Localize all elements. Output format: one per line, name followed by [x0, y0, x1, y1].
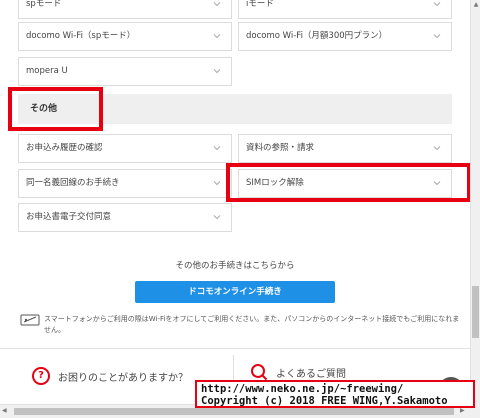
menu-item-label: お申込書電子交付同意 [26, 212, 112, 222]
chevron-down-icon [212, 66, 222, 76]
chevron-down-icon [432, 143, 442, 153]
scroll-up-icon[interactable]: ▲ [471, 0, 480, 10]
menu-item-label: iモード [246, 0, 274, 9]
chevron-down-icon [212, 31, 222, 41]
menu-item-label: spモード [26, 0, 62, 9]
chevron-down-icon [432, 31, 442, 41]
smartphone-wifi-off-icon [20, 314, 40, 326]
chevron-down-icon [212, 212, 222, 222]
menu-item-label: 同一名義回線のお手続き [26, 178, 120, 188]
vertical-scrollbar[interactable]: ▲ [470, 0, 480, 404]
menu-item-i-mode[interactable]: iモード [238, 0, 452, 19]
menu-item-documents[interactable]: 資料の参照・請求 [238, 134, 452, 163]
scroll-left-icon[interactable]: ◀ [2, 407, 7, 414]
chevron-down-icon [212, 143, 222, 153]
chevron-down-icon [432, 0, 442, 9]
menu-item-label: docomo Wi-Fi（月額300円プラン） [246, 31, 388, 41]
watermark-url: http://www.neko.ne.jp/~freewing/ [201, 383, 404, 395]
menu-item-label: docomo Wi-Fi（spモード） [26, 31, 136, 41]
menu-item-docomo-wifi-300[interactable]: docomo Wi-Fi（月額300円プラン） [238, 22, 452, 51]
menu-item-same-holder-lines[interactable]: 同一名義回線のお手続き [18, 169, 232, 198]
menu-item-label: お申込み履歴の確認 [26, 143, 103, 153]
menu-item-label: mopera U [26, 66, 68, 76]
menu-item-docomo-wifi-sp[interactable]: docomo Wi-Fi（spモード） [18, 22, 232, 51]
scrollbar-thumb[interactable] [472, 286, 479, 338]
menu-item-label: 資料の参照・請求 [246, 143, 315, 153]
chevron-down-icon [212, 178, 222, 188]
search-icon [250, 363, 268, 381]
menu-item-mopera-u[interactable]: mopera U [18, 57, 232, 86]
highlight-box-section [8, 87, 103, 131]
page-content: spモード iモード docomo Wi-Fi（spモード） docomo Wi… [0, 0, 470, 404]
faq-link[interactable]: よくあるご質問 [250, 363, 346, 381]
menu-item-application-history[interactable]: お申込み履歴の確認 [18, 134, 232, 163]
watermark-copyright: Copyright (c) 2018 FREE WING,Y.Sakamoto [201, 395, 448, 407]
highlight-box-sim-unlock [226, 163, 470, 202]
question-icon: ? [32, 367, 50, 385]
help-question-label: お困りのことがありますか？ [58, 372, 188, 384]
help-question-link[interactable]: ? お困りのことがありますか？ [32, 367, 188, 385]
procedures-intro: その他のお手続きはこちらから [175, 261, 295, 271]
menu-item-e-delivery-consent[interactable]: お申込書電子交付同意 [18, 203, 232, 232]
chevron-down-icon [212, 0, 222, 9]
copyright-watermark: http://www.neko.ne.jp/~freewing/ Copyrig… [195, 380, 475, 408]
faq-label: よくあるご質問 [276, 368, 346, 380]
scroll-right-icon[interactable]: ▶ [460, 407, 465, 414]
smartphone-note-text: スマートフォンからご利用の際はWi-Fiをオフにしてご利用ください。また、パソコ… [44, 315, 460, 334]
scrollbar-thumb[interactable] [14, 408, 454, 415]
menu-item-sp-mode[interactable]: spモード [18, 0, 232, 19]
docomo-online-button[interactable]: ドコモオンライン手続き [135, 281, 335, 303]
